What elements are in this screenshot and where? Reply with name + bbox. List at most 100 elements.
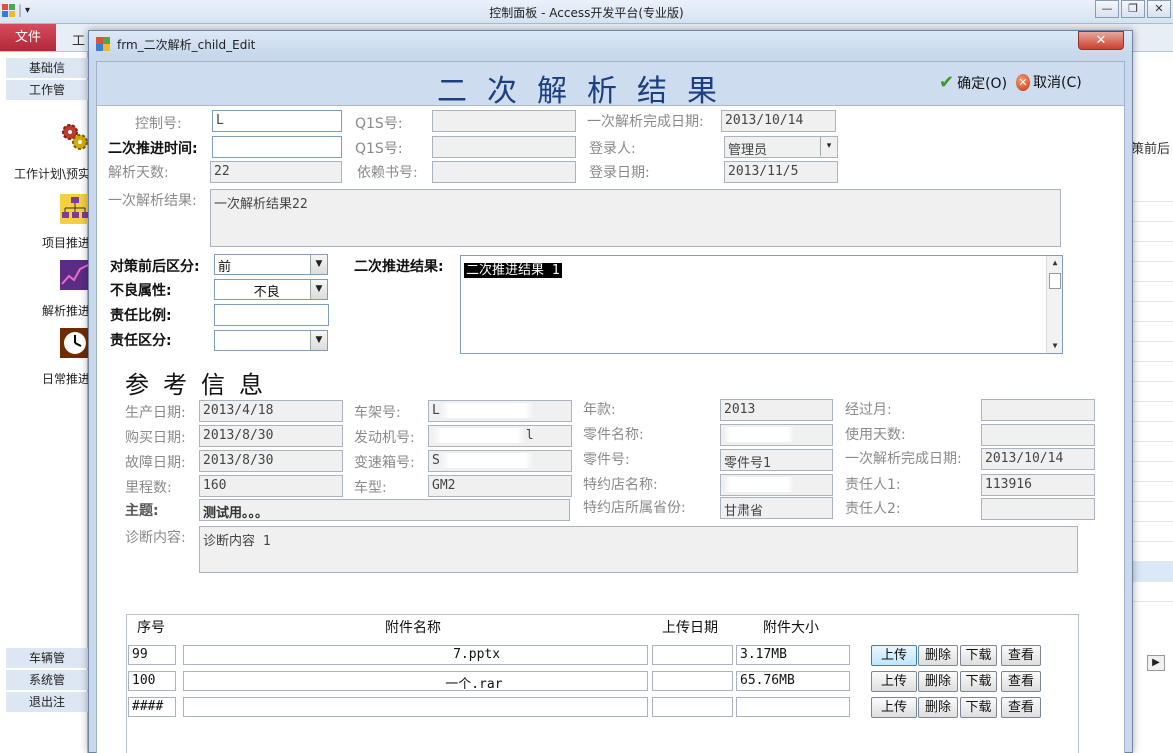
row3-name[interactable]	[183, 697, 648, 717]
resp-class-combo[interactable]: XXXXXX▼	[214, 330, 328, 351]
basis-no-field[interactable]	[432, 161, 576, 183]
org-chart-icon[interactable]	[60, 194, 90, 224]
use-days-field[interactable]	[981, 424, 1095, 446]
row3-date[interactable]	[652, 697, 733, 717]
reg-date-field[interactable]: 2013/11/5	[724, 161, 838, 183]
nav-item-plan[interactable]: 工作计划\预实	[0, 165, 90, 182]
chevron-down-icon[interactable]: ▼	[310, 280, 327, 299]
purchase-date-field[interactable]: 2013/8/30	[199, 425, 343, 447]
row2-no[interactable]: 100	[128, 671, 176, 691]
nav-group-work[interactable]: 工作管	[6, 80, 88, 100]
failure-date-field[interactable]: 2013/8/30	[199, 450, 343, 472]
mileage-field[interactable]: 160	[199, 475, 343, 497]
dealer-province-field[interactable]: 甘肃省	[720, 497, 833, 519]
row2-size[interactable]: 65.76MB	[736, 671, 850, 691]
nav-item-analysis[interactable]: 解析推进	[0, 302, 90, 319]
chevron-down-icon[interactable]: ▼	[310, 331, 327, 350]
row2-delete-button[interactable]: 删除	[918, 671, 958, 692]
chevron-down-icon[interactable]: ▾	[820, 137, 837, 156]
days-field[interactable]: 22	[210, 161, 342, 183]
model-field[interactable]: GM2	[428, 475, 572, 497]
q1s-field[interactable]	[432, 110, 576, 132]
attachments-subform: 序号 附件名称 上传日期 附件大小 99 XXXXXXXXXXXXXXXXXXX…	[126, 614, 1079, 753]
row2-view-button[interactable]: 查看	[1001, 671, 1041, 692]
row3-view-button[interactable]: 查看	[1001, 697, 1041, 718]
close-app-button[interactable]: ✕	[1147, 0, 1171, 18]
gears-icon[interactable]	[60, 122, 90, 152]
row1-download-button[interactable]: 下载	[960, 645, 997, 666]
nav-group-logout[interactable]: 退出注	[6, 692, 88, 712]
nav-item-daily[interactable]: 日常推进	[0, 370, 90, 387]
row2-name[interactable]: XXXXXXXXXXXXXXXXXXXXXXXXXXXXXXXXX一个.rar	[183, 671, 648, 691]
diagnosis-memo[interactable]: 诊断内容 1	[199, 526, 1078, 573]
dealer-province-label: 特约店所属省份:	[583, 500, 686, 516]
clock-icon[interactable]	[60, 328, 90, 358]
nav-group-basic[interactable]: 基础信	[6, 58, 88, 78]
months-label: 经过月:	[845, 402, 892, 418]
dealer-field[interactable]: XXXXXXXXX	[720, 474, 833, 496]
nav-group-system[interactable]: 系统管	[6, 670, 88, 690]
vin-field[interactable]: LXXXXXXXXXXXX	[428, 400, 572, 422]
row3-download-button[interactable]: 下载	[960, 697, 997, 718]
before-after-label: 对策前后区分:	[110, 259, 200, 275]
nav-item-project[interactable]: 项目推进	[0, 234, 90, 251]
row2-download-button[interactable]: 下载	[960, 671, 997, 692]
chevron-down-icon[interactable]: ▼	[310, 255, 327, 274]
first-done-date-label: 一次解析完成日期:	[587, 114, 704, 130]
col-header-date: 上传日期	[662, 620, 718, 636]
dialog-close-button[interactable]: ✕	[1078, 31, 1124, 50]
row1-upload-button[interactable]: 上传	[871, 645, 917, 666]
second-result-memo[interactable]: 二次推进结果 1 ▲ ▼	[460, 255, 1063, 354]
row1-view-button[interactable]: 查看	[1001, 645, 1041, 666]
control-no-field[interactable]: LXXXXXXXXX	[212, 110, 342, 132]
chart-icon[interactable]	[60, 260, 90, 290]
owner2-field[interactable]	[981, 498, 1095, 520]
navigation-pane: 基础信 工作管 工作计划\预实 项目推进 解析推进 日常推进 车辆管 系统管 退…	[0, 52, 90, 753]
subject-field[interactable]: 测试用。。。	[199, 499, 570, 521]
file-tab[interactable]: 文件	[0, 24, 56, 51]
diagnosis-label: 诊断内容:	[125, 530, 186, 546]
part-no-field[interactable]: 零件号1	[720, 449, 833, 471]
transmission-no-field[interactable]: SXXXXXXXXXXXX	[428, 450, 572, 472]
ribbon-tab[interactable]: 工	[72, 30, 85, 49]
q1s-field-2[interactable]	[432, 136, 576, 158]
owner1-field[interactable]: 113916	[981, 474, 1095, 496]
row3-delete-button[interactable]: 删除	[918, 697, 958, 718]
registrar-combo[interactable]: 管理员 ▾	[724, 136, 838, 158]
before-after-combo[interactable]: 前 ▼	[214, 254, 328, 275]
row2-date[interactable]	[652, 671, 733, 691]
production-date-field[interactable]: 2013/4/18	[199, 400, 343, 422]
row1-name[interactable]: XXXXXXXXXXXXXXXXXXXXXXXXXXXXXXXXXX7.pptx	[183, 645, 648, 665]
row3-size[interactable]	[736, 697, 850, 717]
minimize-button[interactable]: —	[1095, 0, 1119, 18]
ok-button[interactable]: ✔ 确定(O)	[939, 72, 1007, 93]
scroll-thumb[interactable]	[1049, 273, 1061, 289]
second-push-time-field[interactable]	[212, 136, 342, 158]
defect-attr-combo[interactable]: XXXX不良▼	[214, 279, 328, 300]
first-result-memo[interactable]: 一次解析结果22	[210, 189, 1061, 247]
window-controls: — ❐ ✕	[1095, 0, 1171, 18]
first-done-date-field[interactable]: 2013/10/14	[721, 110, 836, 132]
cancel-button[interactable]: ✕ 取消(C)	[1016, 72, 1082, 92]
row2-upload-button[interactable]: 上传	[871, 671, 917, 692]
scroll-up-icon[interactable]: ▲	[1047, 256, 1063, 270]
app-title: 控制面板 - Access开发平台(专业版)	[489, 6, 684, 20]
engine-no-field[interactable]: XXXXXXXXXXXXl	[428, 425, 572, 447]
scroll-right-icon[interactable]: ▶	[1147, 655, 1165, 671]
row3-upload-button[interactable]: 上传	[871, 697, 917, 718]
row1-no[interactable]: 99	[128, 645, 176, 665]
year-field[interactable]: 2013	[720, 399, 833, 421]
row1-date[interactable]	[652, 645, 733, 665]
row1-delete-button[interactable]: 删除	[918, 645, 958, 666]
scroll-down-icon[interactable]: ▼	[1047, 339, 1063, 353]
nav-group-vehicle[interactable]: 车辆管	[6, 648, 88, 668]
dialog-titlebar[interactable]: frm_二次解析_child_Edit ✕	[89, 31, 1132, 57]
months-field[interactable]	[981, 399, 1095, 421]
row1-size[interactable]: 3.17MB	[736, 645, 850, 665]
resp-ratio-field[interactable]	[214, 304, 329, 326]
part-name-field[interactable]: XXXXXXXXX	[720, 424, 833, 446]
row3-no[interactable]: ####	[128, 697, 176, 717]
memo-scrollbar[interactable]: ▲ ▼	[1046, 256, 1062, 353]
restore-button[interactable]: ❐	[1121, 0, 1145, 18]
ref-first-done-field[interactable]: 2013/10/14	[981, 448, 1095, 470]
